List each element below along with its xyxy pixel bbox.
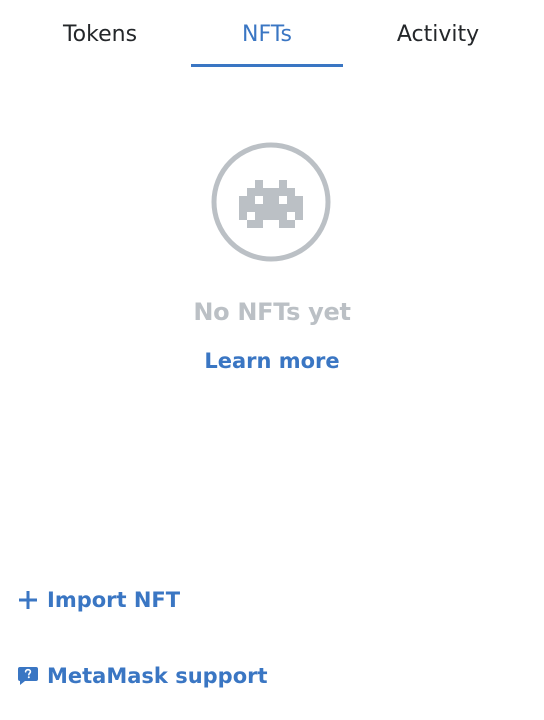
learn-more-link[interactable]: Learn more — [0, 349, 544, 373]
tab-tokens[interactable]: Tokens — [24, 0, 176, 68]
active-tab-indicator — [191, 64, 343, 67]
tab-nfts[interactable]: NFTs — [191, 0, 343, 68]
empty-state-title: No NFTs yet — [193, 298, 351, 326]
tab-bar: Tokens NFTs Activity — [0, 0, 544, 68]
nft-placeholder-icon — [211, 142, 331, 262]
metamask-support-label: MetaMask support — [47, 664, 268, 688]
chat-question-icon — [16, 664, 40, 688]
tab-activity[interactable]: Activity — [362, 0, 514, 68]
metamask-support-button[interactable]: MetaMask support — [16, 664, 268, 688]
tab-activity-label: Activity — [396, 22, 480, 47]
tab-nfts-label: NFTs — [242, 22, 292, 47]
import-nft-button[interactable]: Import NFT — [16, 588, 180, 612]
plus-icon — [16, 588, 40, 612]
tab-tokens-label: Tokens — [62, 22, 138, 47]
import-nft-label: Import NFT — [47, 588, 181, 612]
